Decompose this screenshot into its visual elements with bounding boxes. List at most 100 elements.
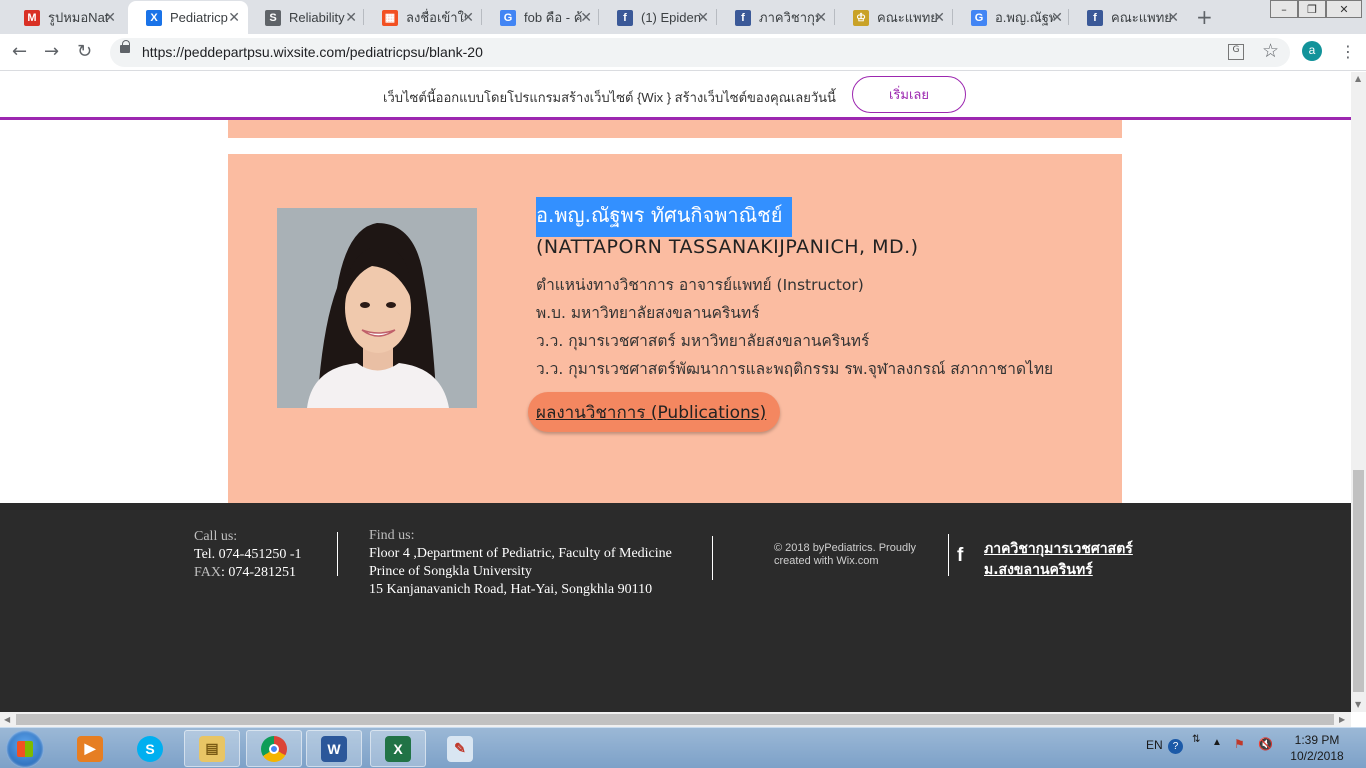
site-footer: Call us: Tel. 074-451250 -1 FAX: 074-281… xyxy=(0,503,1351,712)
address-bar[interactable]: https://peddepartpsu.wixsite.com/pediatr… xyxy=(110,38,1290,67)
vertical-scroll-thumb[interactable] xyxy=(1353,470,1364,692)
browser-tab-strip: M รูปหมอNat ✕ X Pediatricp ✕ S Reliability ✕ ▦ ลงช… xyxy=(0,0,1366,34)
url-text[interactable]: https://peddepartpsu.wixsite.com/pediatr… xyxy=(142,44,483,60)
browser-tab[interactable]: M รูปหมอNat ✕ xyxy=(6,1,124,34)
close-tab-icon[interactable]: ✕ xyxy=(580,9,592,26)
close-tab-icon[interactable]: ✕ xyxy=(345,9,357,26)
university-icon: ♔ xyxy=(853,9,869,26)
browser-tab[interactable]: f คณะแพทยศ✕ xyxy=(1069,1,1187,34)
call-us-label: Call us: xyxy=(194,529,238,544)
skype-taskbar-icon[interactable]: S xyxy=(122,730,178,767)
system-clock[interactable]: 1:39 PM 10/2/2018 xyxy=(1284,732,1350,764)
back-arrow-icon[interactable]: ← xyxy=(12,41,27,62)
scroll-left-arrow-icon[interactable]: ◀ xyxy=(4,715,10,724)
facebook-icon: f xyxy=(735,9,751,26)
browser-tab-title: ภาควิชากุม xyxy=(759,10,819,25)
footer-divider xyxy=(712,536,713,580)
link-icon: S xyxy=(265,9,281,26)
google-icon: G xyxy=(500,9,516,26)
media-player-taskbar-icon[interactable]: ▶ xyxy=(62,730,118,767)
telephone-number: Tel. 074-451250 -1 xyxy=(194,547,302,562)
word-taskbar-icon[interactable]: W xyxy=(306,730,362,767)
tab-separator xyxy=(716,9,717,25)
scroll-up-arrow-icon[interactable]: ▲ xyxy=(1355,74,1361,83)
browser-tab-title: Reliability xyxy=(289,10,345,25)
browser-tab-title: คณะแพทยศ xyxy=(877,10,937,25)
close-tab-icon[interactable]: ✕ xyxy=(1051,9,1063,26)
tab-separator xyxy=(952,9,953,25)
tab-separator xyxy=(481,9,482,25)
volume-muted-icon[interactable]: 🔇 xyxy=(1258,737,1273,751)
close-tab-icon[interactable]: ✕ xyxy=(697,9,709,26)
close-window-button[interactable]: ✕ xyxy=(1326,0,1362,18)
bookmark-star-icon[interactable]: ☆ xyxy=(1262,40,1279,62)
tab-separator xyxy=(834,9,835,25)
horizontal-scrollbar[interactable]: ◀ ▶ xyxy=(0,712,1351,727)
facebook-link-line[interactable]: ภาควิชากุมารเวชศาสตร์ xyxy=(984,539,1133,560)
tab-separator xyxy=(1068,9,1069,25)
facebook-link-line[interactable]: ม.สงขลานครินทร์ xyxy=(984,560,1133,581)
translate-icon[interactable]: G xyxy=(1228,44,1244,60)
facebook-page-link[interactable]: ภาควิชากุมารเวชศาสตร์ ม.สงขลานครินทร์ xyxy=(984,539,1133,581)
browser-tab-title: ลงชื่อเข้าใช้ xyxy=(406,10,466,25)
fax-number: : 074-281251 xyxy=(220,565,297,580)
paint-taskbar-icon[interactable]: ✎ xyxy=(432,730,488,767)
close-tab-icon[interactable]: ✕ xyxy=(104,9,116,26)
copyright-text: © 2018 byPediatrics. Proudly created wit… xyxy=(774,542,916,568)
browser-tab-title: fob คือ - ค้ xyxy=(524,10,583,25)
tab-separator xyxy=(363,9,364,25)
browser-tab[interactable]: ▦ ลงชื่อเข้าใช้✕ xyxy=(364,1,482,34)
contact-column: Call us: Tel. 074-451250 -1 FAX: 074-281… xyxy=(194,528,302,582)
gmail-icon: M xyxy=(24,9,40,26)
vertical-scrollbar[interactable]: ▲ ▼ xyxy=(1351,72,1366,712)
browser-tab[interactable]: ♔ คณะแพทยศ✕ xyxy=(835,1,953,34)
browser-tab[interactable]: f ภาควิชากุม ✕ xyxy=(717,1,835,34)
close-tab-icon[interactable]: ✕ xyxy=(933,9,945,26)
more-menu-icon[interactable]: ⋮ xyxy=(1340,42,1356,61)
action-center-icon[interactable]: ⚑ xyxy=(1234,737,1245,751)
address-line: 15 Kanjanavanich Road, Hat-Yai, Songkhla… xyxy=(369,582,653,597)
wix-start-button[interactable]: เริ่มเลย xyxy=(852,76,966,113)
reload-icon[interactable]: ↻ xyxy=(77,41,92,62)
browser-tab[interactable]: X Pediatricp ✕ xyxy=(128,1,248,34)
excel-taskbar-icon[interactable]: X xyxy=(370,730,426,767)
clock-date: 10/2/2018 xyxy=(1290,749,1344,763)
close-tab-icon[interactable]: ✕ xyxy=(815,9,827,26)
restore-button[interactable]: ❐ xyxy=(1298,0,1326,18)
network-icon[interactable]: ⇅ xyxy=(1192,734,1200,745)
wix-banner: เว็บไซต์นี้ออกแบบโดยโปรแกรมสร้างเว็บไซต์… xyxy=(0,72,1366,120)
browser-toolbar: ← → ↻ https://peddepartpsu.wixsite.com/p… xyxy=(0,34,1366,71)
start-button-icon[interactable] xyxy=(6,730,44,768)
scroll-down-arrow-icon[interactable]: ▼ xyxy=(1355,700,1361,709)
file-explorer-taskbar-icon[interactable]: ▤ xyxy=(184,730,240,767)
profile-name-english: (NATTAPORN TASSANAKIJPANICH, MD.) xyxy=(536,236,919,258)
profile-avatar[interactable]: a xyxy=(1302,41,1322,61)
google-icon: G xyxy=(971,9,987,26)
forward-arrow-icon[interactable]: → xyxy=(44,41,59,62)
language-indicator[interactable]: EN xyxy=(1146,738,1163,752)
browser-tab[interactable]: S Reliability ✕ xyxy=(247,1,365,34)
chrome-taskbar-icon[interactable] xyxy=(246,730,302,767)
facebook-icon[interactable]: f xyxy=(957,545,963,567)
new-tab-button[interactable]: + xyxy=(1196,5,1213,29)
find-us-label: Find us: xyxy=(369,528,415,543)
wix-icon: X xyxy=(146,9,162,26)
profile-detail-board-2: ว.ว. กุมารเวชศาสตร์พัฒนาการและพฤติกรรม ร… xyxy=(536,360,1054,378)
help-icon[interactable]: ? xyxy=(1168,739,1183,754)
profile-photo xyxy=(277,208,477,408)
browser-tab[interactable]: G อ.พญ.ณัฐพ ✕ xyxy=(953,1,1071,34)
browser-tab[interactable]: f (1) Epiden ✕ xyxy=(599,1,717,34)
close-tab-icon[interactable]: ✕ xyxy=(1167,9,1179,26)
close-tab-icon[interactable]: ✕ xyxy=(462,9,474,26)
show-hidden-icons-icon[interactable]: ▲ xyxy=(1212,737,1222,748)
address-line: Prince of Songkla University xyxy=(369,564,532,579)
scroll-right-arrow-icon[interactable]: ▶ xyxy=(1339,715,1345,724)
publications-button[interactable]: ผลงานวิชาการ (Publications) xyxy=(528,392,781,432)
close-tab-icon[interactable]: ✕ xyxy=(228,9,240,26)
horizontal-scroll-thumb[interactable] xyxy=(16,714,1334,725)
fax-line: FAX: 074-281251 xyxy=(194,564,302,582)
address-line: Floor 4 ,Department of Pediatric, Facult… xyxy=(369,546,672,561)
minimize-button[interactable]: – xyxy=(1270,0,1298,18)
browser-tab[interactable]: Gfob คือ - ค้ ✕ xyxy=(482,1,600,34)
facebook-icon: f xyxy=(1087,9,1103,26)
